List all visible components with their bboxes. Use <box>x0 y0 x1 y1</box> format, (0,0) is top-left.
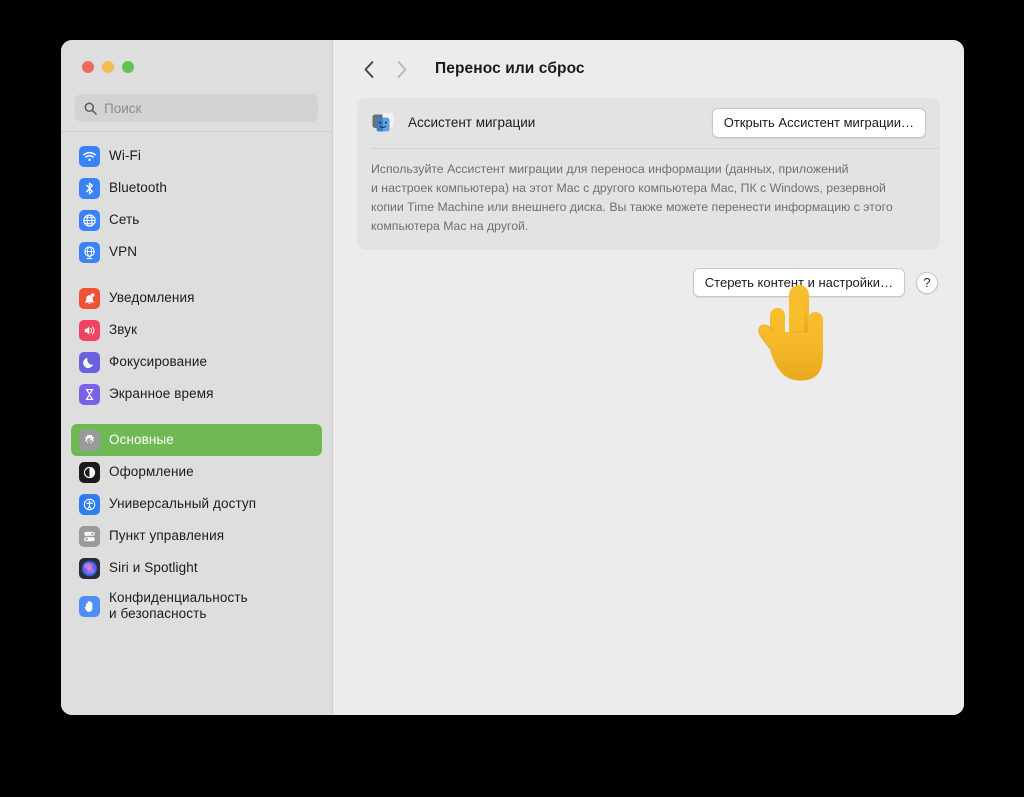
migration-assistant-label: Ассистент миграции <box>408 115 536 131</box>
forward-button <box>387 55 415 83</box>
actions-row: Стереть контент и настройки… ? <box>357 267 940 298</box>
toolbar: Перенос или сброс <box>333 40 964 98</box>
sidebar-group-system: Уведомления Звук Фокусирование Экранное … <box>71 282 322 410</box>
sidebar-item-label: Оформление <box>109 463 194 479</box>
sidebar-item-label: Звук <box>109 321 138 337</box>
sidebar-item-control-center[interactable]: Пункт управления <box>71 520 322 552</box>
erase-content-settings-button[interactable]: Стереть контент и настройки… <box>692 267 905 298</box>
globe-icon <box>79 209 100 231</box>
migration-assistant-icon <box>371 110 397 136</box>
sidebar-item-wifi[interactable]: Wi-Fi <box>71 140 322 172</box>
back-button[interactable] <box>355 55 383 83</box>
hand-icon <box>79 595 100 617</box>
migration-assistant-card: Ассистент миграции Открыть Ассистент миг… <box>357 98 940 250</box>
hourglass-icon <box>79 383 100 405</box>
sidebar-item-screentime[interactable]: Экранное время <box>71 378 322 410</box>
chevron-right-icon <box>395 60 408 79</box>
sidebar-item-label: Wi-Fi <box>109 147 141 163</box>
sidebar-item-vpn[interactable]: VPN <box>71 236 322 268</box>
search-input[interactable] <box>104 100 309 116</box>
sidebar-group-network: Wi-Fi Bluetooth Сеть VPN <box>71 140 322 268</box>
minimize-button[interactable] <box>102 61 114 73</box>
help-button[interactable]: ? <box>916 271 938 294</box>
content-body: Ассистент миграции Открыть Ассистент миг… <box>333 98 964 715</box>
sidebar: Wi-Fi Bluetooth <box>61 40 333 715</box>
search-box[interactable] <box>75 94 318 122</box>
sidebar-item-network[interactable]: Сеть <box>71 204 322 236</box>
sidebar-item-label: Пункт управления <box>109 527 225 543</box>
page-title: Перенос или сброс <box>435 60 585 77</box>
chevron-left-icon <box>363 60 376 79</box>
sidebar-item-sound[interactable]: Звук <box>71 314 322 346</box>
sidebar-item-label: Bluetooth <box>109 179 167 195</box>
sidebar-item-general[interactable]: Основные <box>71 424 322 456</box>
settings-window: Wi-Fi Bluetooth <box>61 40 964 715</box>
sidebar-item-bluetooth[interactable]: Bluetooth <box>71 172 322 204</box>
open-migration-assistant-button[interactable]: Открыть Ассистент миграции… <box>711 108 926 138</box>
control-center-icon <box>79 525 100 547</box>
window-controls <box>61 40 332 94</box>
sidebar-item-label: Siri и Spotlight <box>109 559 198 575</box>
migration-assistant-row: Ассистент миграции Открыть Ассистент миг… <box>357 98 940 148</box>
sidebar-item-siri-spotlight[interactable]: Siri и Spotlight <box>71 552 322 584</box>
bell-icon <box>79 287 100 309</box>
bluetooth-icon <box>79 177 100 199</box>
sidebar-item-privacy-security[interactable]: Конфиденциальность и безопасность <box>71 584 322 628</box>
sidebar-item-label: Сеть <box>109 211 140 227</box>
sidebar-item-notifications[interactable]: Уведомления <box>71 282 322 314</box>
sidebar-item-label: Фокусирование <box>109 353 208 369</box>
search-icon <box>84 102 97 115</box>
sidebar-item-label: Уведомления <box>109 289 195 305</box>
sidebar-item-appearance[interactable]: Оформление <box>71 456 322 488</box>
wifi-icon <box>79 145 100 167</box>
maximize-button[interactable] <box>122 61 134 73</box>
sidebar-item-focus[interactable]: Фокусирование <box>71 346 322 378</box>
gear-icon <box>79 429 100 451</box>
sidebar-item-label: Конфиденциальность и безопасность <box>109 589 248 621</box>
moon-icon <box>79 351 100 373</box>
speaker-icon <box>79 319 100 341</box>
sidebar-item-label: Экранное время <box>109 385 214 401</box>
sidebar-item-label: VPN <box>109 243 138 259</box>
close-button[interactable] <box>82 61 94 73</box>
sidebar-item-label: Универсальный доступ <box>109 495 257 511</box>
sidebar-item-accessibility[interactable]: Универсальный доступ <box>71 488 322 520</box>
sidebar-item-label: Основные <box>109 431 174 447</box>
sidebar-group-preferences: Основные Оформление Универсальный доступ… <box>71 424 322 628</box>
vpn-globe-icon <box>79 241 100 263</box>
siri-icon <box>79 557 100 579</box>
search-container <box>61 94 332 131</box>
content-pane: Перенос или сброс Ассистент миграции Отк… <box>333 40 964 715</box>
migration-assistant-description: Используйте Ассистент миграции для перен… <box>371 161 893 233</box>
accessibility-icon <box>79 493 100 515</box>
appearance-icon <box>79 461 100 483</box>
sidebar-nav: Wi-Fi Bluetooth Сеть VPN Уведомления Зву… <box>61 131 332 715</box>
